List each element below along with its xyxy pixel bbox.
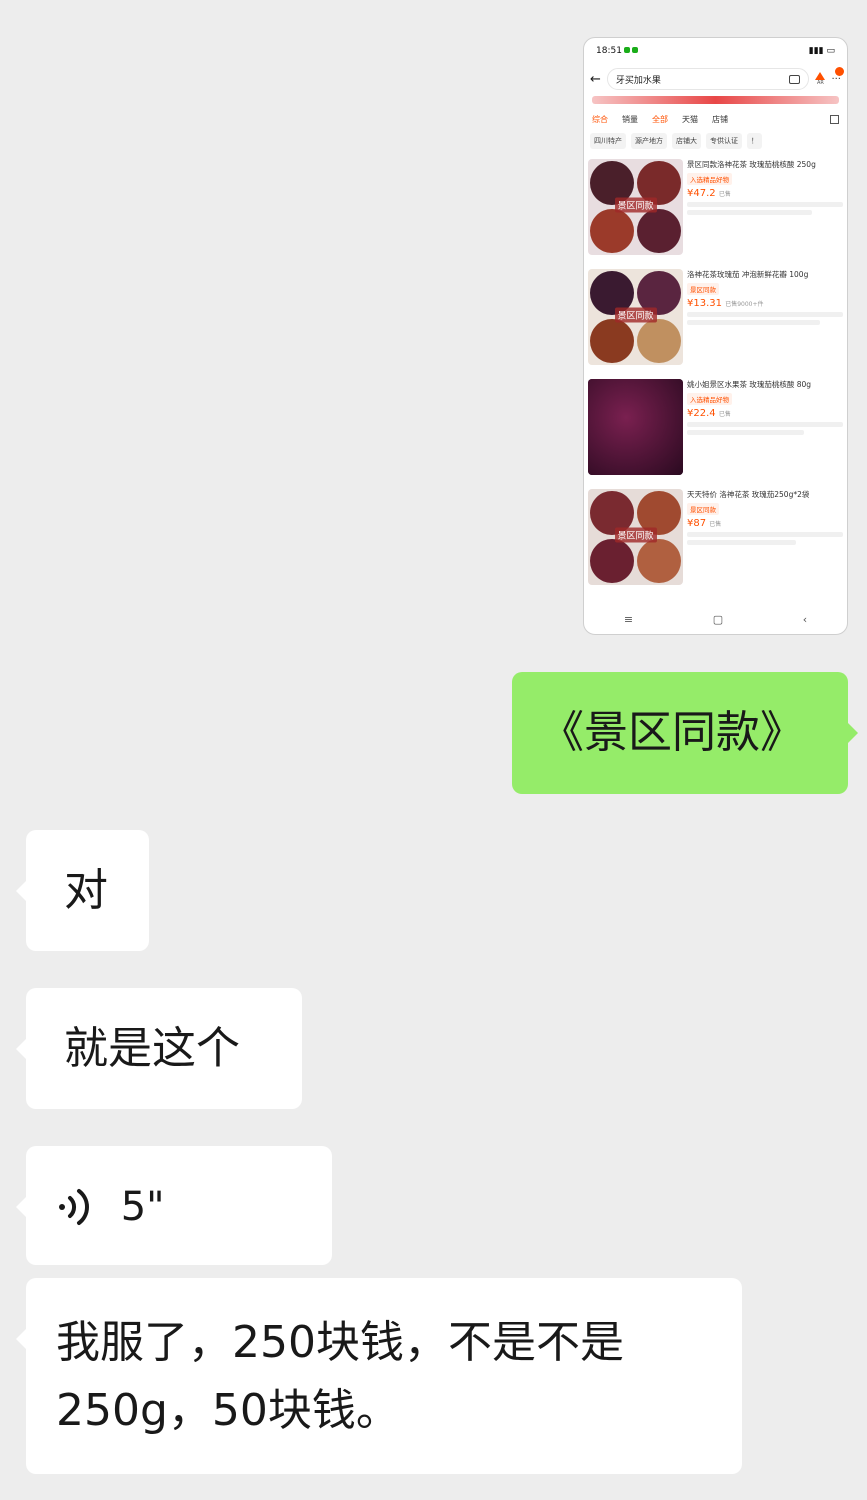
product-item: 景区同款 景区同款洛神花茶 玫瑰茄桃核酸 250g 入选精品好物 ¥47.2 已…: [584, 155, 847, 265]
placeholder-line: [687, 430, 804, 435]
chip: 四川特产: [590, 133, 626, 149]
placeholder-line: [687, 202, 843, 207]
chip: 店铺大: [672, 133, 701, 149]
placeholder-line: [687, 422, 843, 427]
placeholder-line: [687, 210, 812, 215]
signal-battery-icon: ▮▮▮ ▭: [808, 46, 835, 56]
placeholder-line: [687, 532, 843, 537]
menu-icon: ≡: [623, 612, 634, 626]
product-title: 天天特价 洛神花茶 玫瑰茄250g*2袋: [687, 490, 810, 499]
voice-message-bubble[interactable]: 5": [16, 1146, 332, 1265]
promo-banner: [592, 96, 839, 104]
message-text-line: 250g，50块钱。: [56, 1385, 400, 1436]
placeholder-line: [687, 540, 797, 545]
filter-tabs: 综合 销量 全部 天猫 店铺: [584, 104, 847, 129]
message-text: 《景区同款》: [540, 707, 804, 758]
product-item: 姚小姐景区水果茶 玫瑰茄桃核酸 80g 入选精品好物 ¥22.4 已售: [584, 375, 847, 485]
product-thumbnail: [588, 379, 683, 475]
system-nav-bar: ≡ ▢ ‹: [584, 604, 847, 634]
product-badge: 景区同款: [687, 503, 719, 515]
thumbnail-label: 景区同款: [614, 527, 657, 543]
product-price: ¥13.31 已售9000+件: [687, 298, 764, 309]
tab-item: 销量: [622, 115, 638, 124]
message-text: 就是这个: [64, 1023, 240, 1074]
tab-item: 天猫: [682, 115, 698, 124]
ar-icon: AR: [815, 72, 826, 86]
thumbnail-label: 景区同款: [614, 197, 657, 213]
filter-chips: 四川特产 源产地方 店铺大 专供认证 ！: [584, 129, 847, 155]
search-input: 牙买加水果: [606, 68, 810, 90]
product-thumbnail: 景区同款: [588, 159, 683, 255]
chip: ！: [747, 133, 762, 149]
product-thumbnail: 景区同款: [588, 489, 683, 585]
chip: 专供认证: [706, 133, 742, 149]
outgoing-message-bubble[interactable]: 《景区同款》: [512, 672, 858, 794]
back-icon: ‹: [802, 612, 808, 626]
status-bar: 18:51 ▮▮▮ ▭: [584, 38, 847, 64]
tab-item: 综合: [592, 115, 608, 124]
product-title: 洛神花茶玫瑰茄 冲泡新鲜花瓣 100g: [687, 270, 809, 279]
chip: 源产地方: [631, 133, 667, 149]
message-text-line: 我服了，250块钱，不是不是: [56, 1317, 624, 1368]
camera-icon: [789, 74, 801, 84]
grid-view-icon: [830, 115, 839, 124]
thumbnail-label: 景区同款: [614, 307, 657, 323]
product-badge: 入选精品好物: [687, 393, 732, 405]
product-price: ¥22.4 已售: [687, 408, 731, 419]
product-title: 景区同款洛神花茶 玫瑰茄桃核酸 250g: [687, 160, 816, 169]
notification-icon-2: [631, 47, 638, 53]
voice-duration: 5": [120, 1184, 165, 1230]
product-price: ¥47.2 已售: [687, 188, 731, 199]
home-square-icon: ▢: [712, 612, 724, 626]
message-text: 对: [64, 865, 108, 916]
search-bar: ← 牙买加水果 AR ···: [584, 64, 847, 94]
product-item: 景区同款 天天特价 洛神花茶 玫瑰茄250g*2袋 景区同款 ¥87 已售: [584, 485, 847, 595]
incoming-message-bubble[interactable]: 对: [16, 830, 149, 951]
status-time: 18:51: [596, 46, 622, 56]
shared-screenshot-image[interactable]: 18:51 ▮▮▮ ▭ ← 牙买加水果 AR ··· 综合 销量 全部 天猫 店…: [583, 37, 848, 635]
tab-item: 店铺: [712, 115, 728, 124]
back-arrow-icon: ←: [590, 71, 601, 87]
product-thumbnail: 景区同款: [588, 269, 683, 365]
notification-icon: [623, 47, 630, 53]
incoming-message-bubble[interactable]: 就是这个: [16, 988, 302, 1109]
tab-item: 全部: [652, 115, 668, 124]
product-badge: 景区同款: [687, 283, 719, 295]
more-icon: ···: [831, 66, 844, 85]
placeholder-line: [687, 312, 843, 317]
incoming-message-bubble[interactable]: 我服了，250块钱，不是不是 250g，50块钱。: [16, 1278, 742, 1474]
product-item: 景区同款 洛神花茶玫瑰茄 冲泡新鲜花瓣 100g 景区同款 ¥13.31 已售9…: [584, 265, 847, 375]
product-price: ¥87 已售: [687, 518, 722, 529]
placeholder-line: [687, 320, 820, 325]
product-badge: 入选精品好物: [687, 173, 732, 185]
voice-wave-icon: [54, 1187, 94, 1227]
product-title: 姚小姐景区水果茶 玫瑰茄桃核酸 80g: [687, 380, 812, 389]
